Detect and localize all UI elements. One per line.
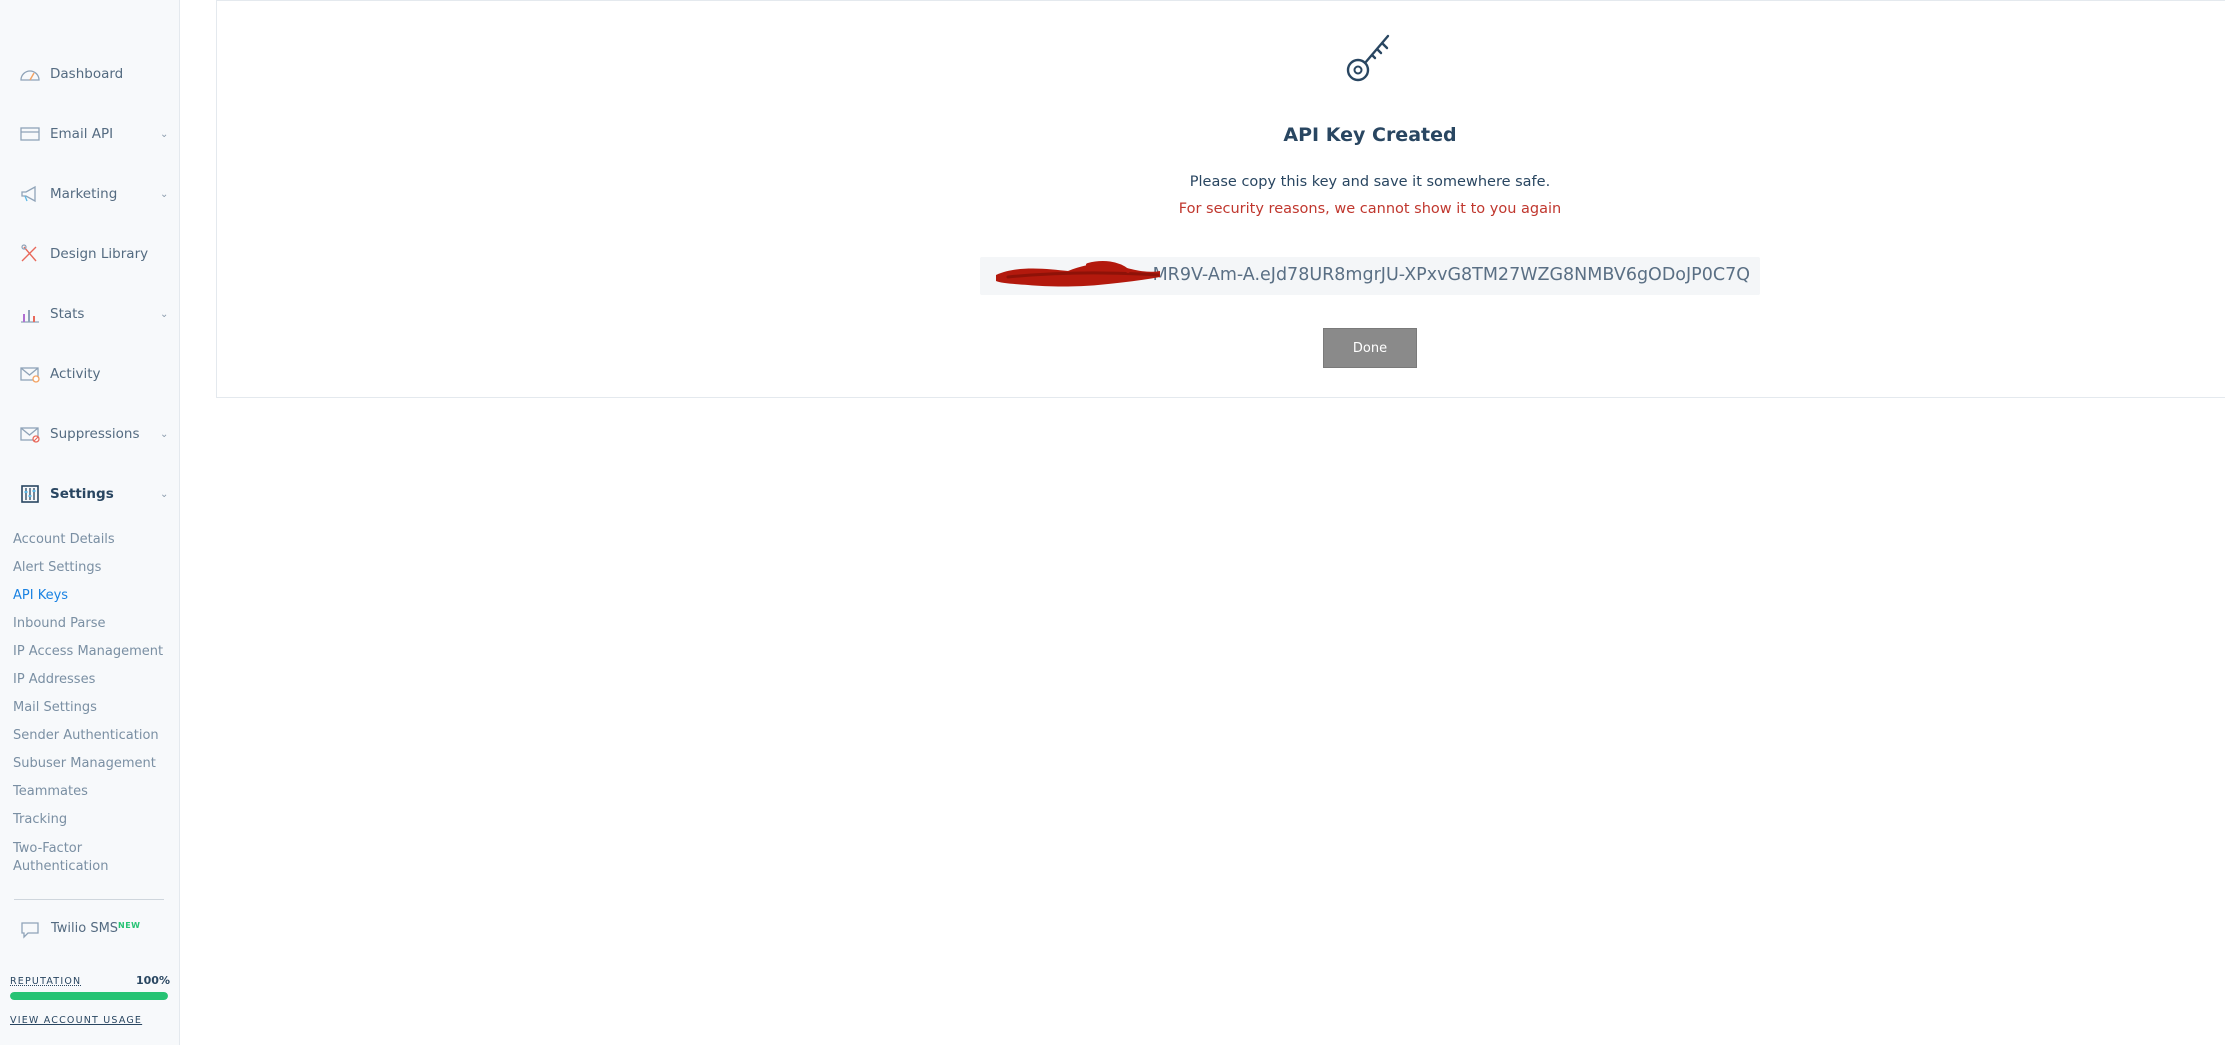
settings-subitem-ip-access-management[interactable]: IP Access Management: [13, 644, 163, 660]
sidebar-item-label: Design Library: [50, 246, 149, 262]
suppressions-icon: [19, 423, 41, 445]
sidebar-item-label: Dashboard: [50, 66, 124, 82]
page-title: API Key Created: [1283, 124, 1457, 146]
sidebar-item-label: Stats: [50, 306, 85, 322]
reputation-value: 100%: [136, 974, 170, 987]
stats-chart-icon: [19, 303, 41, 325]
chevron-down-icon[interactable]: ⌄: [160, 429, 168, 440]
chevron-down-icon[interactable]: ⌄: [160, 489, 168, 500]
key-icon: [1346, 34, 1390, 82]
security-warning-text: For security reasons, we cannot show it …: [1178, 201, 1562, 217]
done-button[interactable]: Done: [1323, 328, 1417, 368]
sidebar-item-stats[interactable]: Stats ⌄: [0, 292, 180, 336]
api-key-created-panel: [216, 0, 2225, 398]
sidebar-item-label: Settings: [50, 486, 114, 502]
reputation-bar-fill: [10, 992, 168, 1000]
settings-subitem-ip-addresses[interactable]: IP Addresses: [13, 672, 95, 688]
settings-subitem-two-factor-authentication[interactable]: Two-Factor Authentication: [13, 840, 133, 876]
api-key-field[interactable]: MR9V-Am-A.eJd78UR8mgrJU-XPxvG8TM27WZG8NM…: [980, 257, 1760, 295]
sidebar-item-suppressions[interactable]: Suppressions ⌄: [0, 412, 180, 456]
design-library-icon: [19, 243, 41, 265]
sidebar-divider: [14, 899, 164, 900]
settings-subitem-inbound-parse[interactable]: Inbound Parse: [13, 616, 105, 632]
chevron-down-icon[interactable]: ⌄: [160, 189, 168, 200]
sidebar-item-label: Suppressions: [50, 426, 140, 442]
sidebar-item-label: Marketing: [50, 186, 118, 202]
settings-subitem-tracking[interactable]: Tracking: [13, 812, 67, 828]
settings-subitem-subuser-management[interactable]: Subuser Management: [13, 756, 156, 772]
view-account-usage-link[interactable]: VIEW ACCOUNT USAGE: [10, 1015, 142, 1026]
settings-subitem-account-details[interactable]: Account Details: [13, 532, 115, 548]
megaphone-icon: [19, 183, 41, 205]
sidebar-item-label: Email API: [50, 126, 114, 142]
settings-subitem-sender-authentication[interactable]: Sender Authentication: [13, 728, 159, 744]
settings-subitem-alert-settings[interactable]: Alert Settings: [13, 560, 101, 576]
settings-subitem-api-keys[interactable]: API Keys: [13, 588, 68, 604]
new-badge: NEW: [118, 921, 141, 930]
sidebar-item-dashboard[interactable]: Dashboard: [0, 52, 180, 96]
redaction-scribble: [996, 261, 1160, 287]
email-api-icon: [19, 123, 41, 145]
dashboard-gauge-icon: [19, 63, 41, 85]
sidebar-item-label: Activity: [50, 366, 101, 382]
sidebar-item-activity[interactable]: Activity: [0, 352, 180, 396]
sidebar-item-marketing[interactable]: Marketing ⌄: [0, 172, 180, 216]
sidebar-item-email-api[interactable]: Email API ⌄: [0, 112, 180, 156]
chat-bubble-icon: [19, 919, 41, 941]
api-key-value[interactable]: MR9V-Am-A.eJd78UR8mgrJU-XPxvG8TM27WZG8NM…: [1153, 265, 1750, 285]
settings-subitem-teammates[interactable]: Teammates: [13, 784, 88, 800]
activity-envelope-icon: [19, 363, 41, 385]
copy-instruction-text: Please copy this key and save it somewhe…: [1189, 174, 1551, 190]
chevron-down-icon[interactable]: ⌄: [160, 309, 168, 320]
reputation-bar: [10, 992, 168, 1000]
settings-sliders-icon: [19, 483, 41, 505]
reputation-label: REPUTATION: [10, 976, 82, 987]
sidebar-item-settings[interactable]: Settings ⌄: [0, 472, 180, 516]
settings-subitem-mail-settings[interactable]: Mail Settings: [13, 700, 97, 716]
sidebar: Dashboard Email API ⌄ Marketing ⌄ Design Libr…: [0, 0, 180, 1045]
sidebar-item-design-library[interactable]: Design Library: [0, 232, 180, 276]
twilio-sms-label: Twilio SMS: [51, 921, 119, 936]
chevron-down-icon[interactable]: ⌄: [160, 129, 168, 140]
